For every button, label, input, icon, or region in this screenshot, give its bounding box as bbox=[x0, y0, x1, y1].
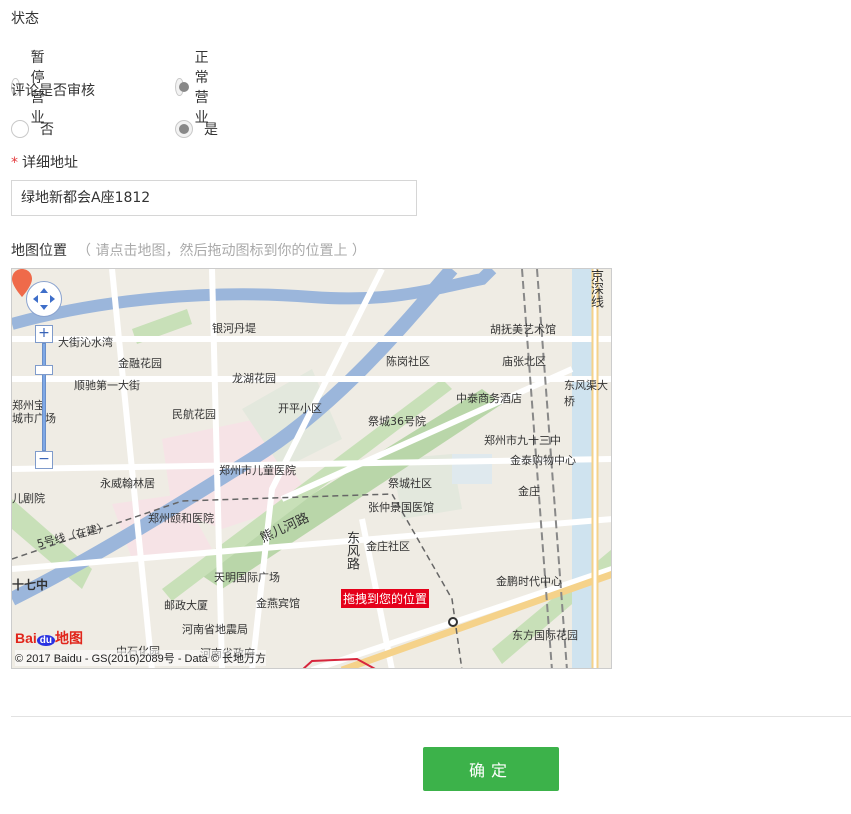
radio-button[interactable] bbox=[175, 78, 189, 96]
form-divider bbox=[11, 716, 851, 717]
radio-label: 否 bbox=[40, 122, 54, 138]
address-label-text: 详细地址 bbox=[22, 155, 78, 171]
map-copyright: © 2017 Baidu - GS(2016)2089号 - Data © 长地… bbox=[15, 650, 266, 666]
logo-bai: Bai bbox=[15, 630, 37, 646]
baidu-map-logo: Bai du 地图 bbox=[15, 628, 83, 648]
radio-button[interactable] bbox=[175, 120, 193, 138]
required-mark: * bbox=[11, 155, 18, 171]
pan-arrows-icon[interactable] bbox=[27, 282, 61, 316]
zoom-slider-thumb[interactable] bbox=[35, 365, 53, 375]
radio-button[interactable] bbox=[11, 120, 29, 138]
status-label: 状态 bbox=[11, 11, 39, 27]
zoom-track[interactable] bbox=[42, 343, 46, 451]
logo-ditu: 地图 bbox=[55, 630, 84, 646]
marker-tooltip: 拖拽到您的位置 bbox=[341, 589, 430, 608]
address-label: * 详细地址 bbox=[11, 152, 78, 172]
zoom-in-button[interactable]: + bbox=[35, 325, 53, 343]
map-label-text: 地图位置 bbox=[11, 243, 67, 259]
map-canvas[interactable] bbox=[12, 269, 612, 669]
zoom-out-button[interactable]: − bbox=[35, 451, 53, 469]
location-marker-icon[interactable] bbox=[12, 269, 32, 297]
review-option-yes[interactable]: 是 bbox=[175, 119, 218, 139]
confirm-button[interactable]: 确定 bbox=[423, 747, 559, 791]
radio-label: 正常营业 bbox=[194, 50, 209, 126]
review-label: 评论是否审核 bbox=[11, 83, 95, 99]
map-hint: （ 请点击地图，然后拖动图标到你的位置上 ） bbox=[77, 243, 366, 259]
review-option-no[interactable]: 否 bbox=[11, 119, 54, 139]
status-option-open[interactable]: 正常营业 bbox=[175, 47, 218, 127]
map-label: 地图位置 （ 请点击地图，然后拖动图标到你的位置上 ） bbox=[11, 240, 366, 260]
baidu-map[interactable]: 银河丹堤 胡抚美艺术馆 大街沁水湾 金融花园 陈岗社区 庙张北区 顺驰第一大街 … bbox=[11, 268, 612, 669]
logo-du: du bbox=[36, 635, 56, 646]
address-input[interactable]: 绿地新都会A座1812 bbox=[11, 180, 417, 216]
radio-label: 是 bbox=[204, 122, 218, 138]
map-zoom-control[interactable]: + − bbox=[35, 325, 53, 469]
